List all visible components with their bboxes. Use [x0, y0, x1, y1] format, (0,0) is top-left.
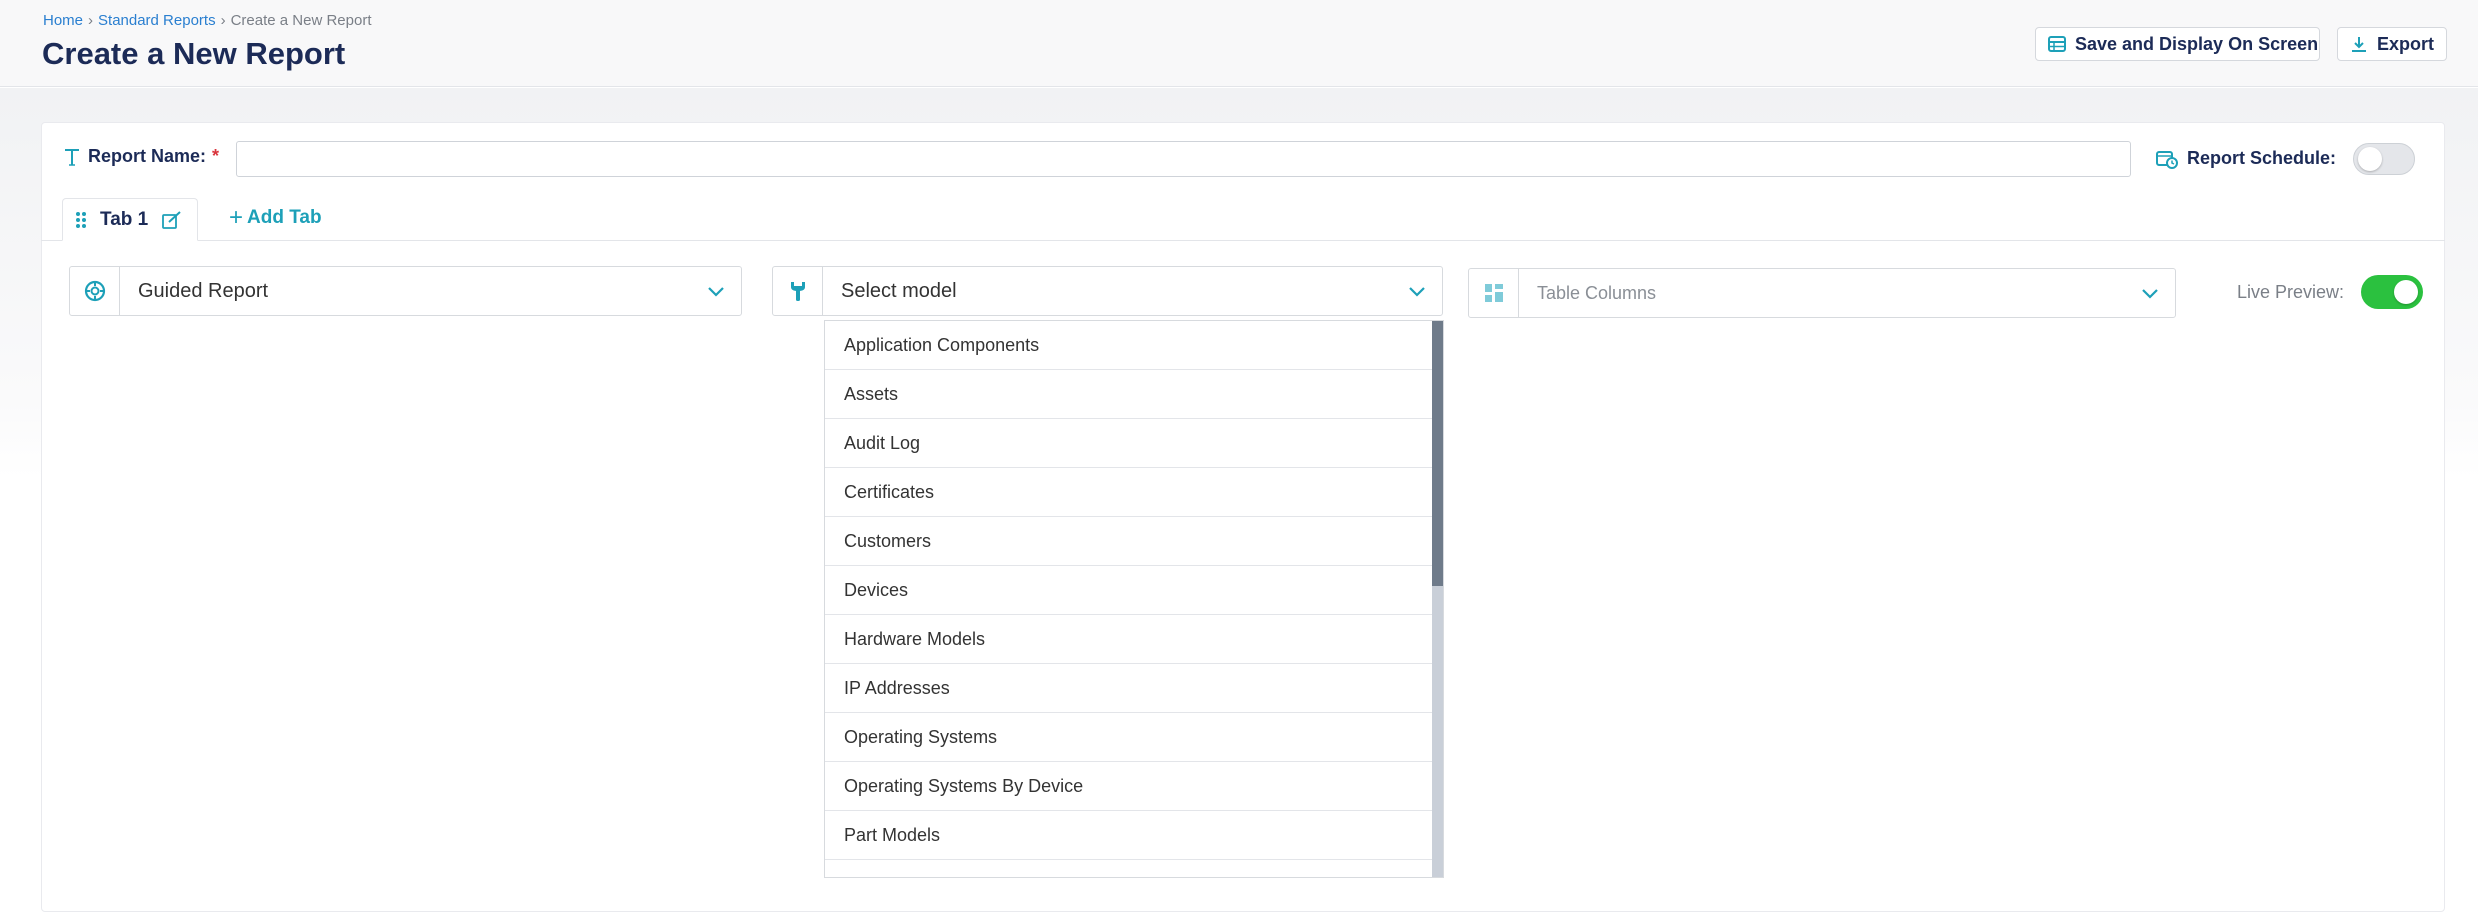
- toggle-knob: [2358, 147, 2382, 171]
- table-columns-select[interactable]: Table Columns: [1468, 268, 2176, 318]
- model-dropdown-list[interactable]: Application Components Assets Audit Log …: [824, 320, 1444, 878]
- report-name-input[interactable]: [236, 141, 2131, 177]
- drag-handle-icon[interactable]: [75, 211, 87, 229]
- breadcrumb-separator: ›: [220, 12, 226, 29]
- report-schedule-text: Report Schedule:: [2187, 148, 2337, 168]
- list-item[interactable]: Certificates: [825, 468, 1435, 517]
- list-item[interactable]: Audit Log: [825, 419, 1435, 468]
- list-item[interactable]: IP Addresses: [825, 664, 1435, 713]
- chevron-down-icon: [1392, 285, 1442, 297]
- tab-1[interactable]: Tab 1: [62, 198, 198, 241]
- report-schedule-toggle[interactable]: [2353, 143, 2415, 175]
- table-columns-value: Table Columns: [1537, 282, 1657, 303]
- add-tab-label: Add Tab: [247, 207, 322, 228]
- list-item[interactable]: Part Models: [825, 811, 1435, 860]
- page-title: Create a New Report: [42, 36, 346, 71]
- model-value: Select model: [841, 279, 957, 302]
- chevron-down-icon: [691, 285, 741, 297]
- compass-icon: [70, 267, 120, 315]
- chevron-down-icon: [2125, 287, 2175, 299]
- export-label: Export: [2377, 33, 2435, 54]
- list-item[interactable]: Hardware Models: [825, 615, 1435, 664]
- breadcrumb-separator: ›: [88, 12, 94, 29]
- breadcrumb-current: Create a New Report: [230, 12, 372, 29]
- dropdown-scrollbar-track[interactable]: [1432, 321, 1443, 877]
- report-type-value: Guided Report: [138, 279, 269, 302]
- save-and-display-button[interactable]: Save and Display On Screen: [2035, 27, 2320, 61]
- report-name-text: Report Name:: [88, 146, 207, 166]
- dropdown-scrollbar-thumb[interactable]: [1432, 321, 1443, 586]
- export-button[interactable]: Export: [2337, 27, 2447, 61]
- plus-icon: +: [229, 204, 244, 231]
- breadcrumb-standard-reports[interactable]: Standard Reports: [98, 12, 216, 29]
- breadcrumb: Home › Standard Reports › Create a New Repor…: [43, 12, 372, 29]
- edit-icon[interactable]: [162, 210, 182, 229]
- report-name-label: Report Name: *: [64, 146, 219, 167]
- list-item[interactable]: Application Components: [825, 321, 1435, 370]
- calendar-clock-icon: [2156, 149, 2178, 169]
- live-preview-label: Live Preview:: [2237, 282, 2345, 302]
- text-type-icon: [64, 148, 80, 166]
- list-item[interactable]: Devices: [825, 566, 1435, 615]
- list-item[interactable]: Operating Systems By Device: [825, 762, 1435, 811]
- required-mark: *: [212, 146, 220, 166]
- table-icon: [2048, 34, 2066, 54]
- top-bar: Home › Standard Reports › Create a New Repor…: [0, 0, 2478, 87]
- tab-1-label: Tab 1: [100, 208, 149, 230]
- breadcrumb-home[interactable]: Home: [43, 12, 83, 29]
- model-select[interactable]: Select model: [772, 266, 1443, 316]
- report-type-select[interactable]: Guided Report: [69, 266, 742, 316]
- wrench-icon: [773, 267, 823, 315]
- add-tab-button[interactable]: + Add Tab: [229, 206, 322, 230]
- list-item[interactable]: Customers: [825, 517, 1435, 566]
- save-and-display-label: Save and Display On Screen: [2075, 33, 2319, 54]
- list-item[interactable]: Operating Systems: [825, 713, 1435, 762]
- columns-layout-icon: [1469, 269, 1519, 317]
- live-preview-toggle[interactable]: [2361, 275, 2423, 309]
- download-icon: [2350, 34, 2368, 54]
- list-item[interactable]: Assets: [825, 370, 1435, 419]
- tabs-divider: [41, 240, 2445, 241]
- report-schedule-label: Report Schedule:: [2156, 148, 2336, 169]
- list-item[interactable]: [825, 860, 1435, 877]
- toggle-knob: [2394, 280, 2418, 304]
